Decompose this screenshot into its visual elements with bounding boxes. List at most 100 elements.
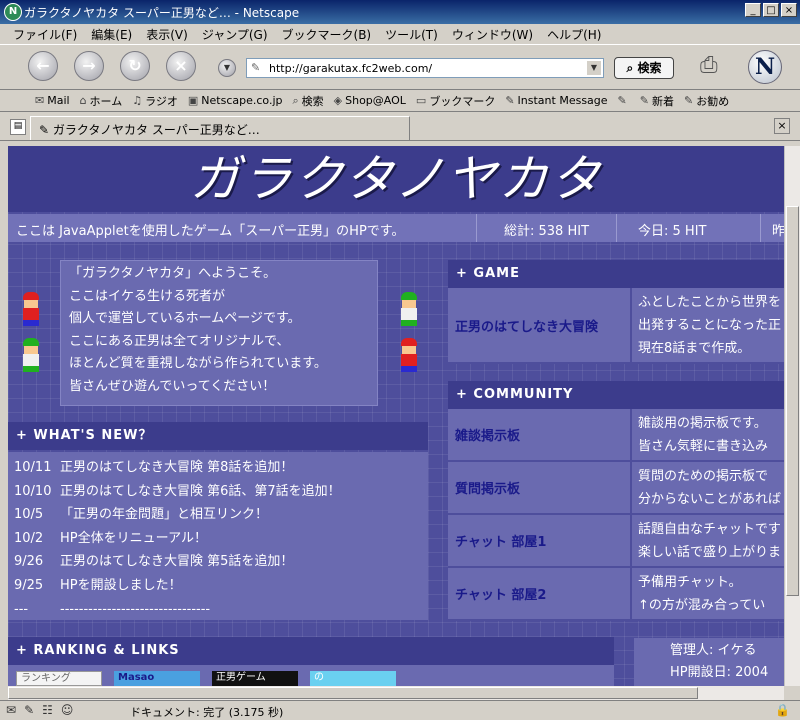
minimize-button[interactable]: _ bbox=[745, 3, 761, 17]
hp-open-date: HP開設日: 2004 bbox=[670, 665, 769, 680]
bookmark-label: Mail bbox=[47, 94, 70, 107]
bookmark-search[interactable]: ⌕ 検索 bbox=[287, 93, 328, 109]
ranking-banner[interactable]: ランキング bbox=[16, 671, 102, 686]
news-item: 10/11 正男のはてしなき大冒険 第8話を追加！ bbox=[8, 456, 428, 480]
description-line: ふとしたことから世界を bbox=[638, 295, 782, 310]
news-text: 正男のはてしなき大冒険 第6話、第7話を追加！ bbox=[60, 483, 341, 499]
nenkin-banner[interactable]: の bbox=[310, 671, 396, 686]
news-item: 9/26 正男のはてしなき大冒険 第5話を追加！ bbox=[8, 550, 428, 574]
menu-file[interactable]: ファイル(F) bbox=[6, 26, 84, 43]
back-button[interactable]: ← bbox=[28, 51, 58, 81]
news-text: 正男のはてしなき大冒険 第5話を追加！ bbox=[60, 554, 294, 570]
table-row: 正男のはてしなき大冒険 ふとしたことから世界を 出発することになった正 現在8話… bbox=[448, 288, 784, 364]
bookmark-shop-aol[interactable]: ◈ Shop@AOL bbox=[329, 94, 411, 107]
menu-edit[interactable]: 編集(E) bbox=[84, 26, 139, 43]
netscape-bookmark-icon: ▣ bbox=[187, 94, 199, 107]
sidebar-toggle-button[interactable]: ▤ bbox=[10, 119, 26, 135]
bookmark-recommend[interactable]: ✎ お勧め bbox=[679, 93, 734, 109]
site-title: ガラクタノヤカタ bbox=[189, 150, 603, 208]
bookmark-label: Shop@AOL bbox=[345, 94, 406, 107]
community-description: 質問のための掲示板で 分からないことがあれば bbox=[638, 462, 784, 511]
masao-game-banner[interactable]: 正男ゲーム bbox=[212, 671, 298, 686]
menu-help[interactable]: ヘルプ(H) bbox=[540, 26, 608, 43]
welcome-line: ここにある正男は全てオリジナルで、 bbox=[69, 333, 290, 349]
news-text: HP全体をリニューアル！ bbox=[60, 530, 207, 546]
description-line: 現在8話まで作成。 bbox=[638, 341, 751, 356]
description-line: 質問のための掲示板で bbox=[638, 469, 769, 484]
menu-go[interactable]: ジャンプ(G) bbox=[195, 26, 275, 43]
menu-window[interactable]: ウィンドウ(W) bbox=[445, 26, 540, 43]
tab-bar: ▤ ✎ ガラクタノヤカタ スーパー正男など… × bbox=[0, 113, 800, 141]
bookmark-netscape[interactable]: ▣ Netscape.co.jp bbox=[183, 94, 288, 107]
description-line: 話題自由なチャットです bbox=[638, 522, 781, 537]
tab-label: ガラクタノヤカタ スーパー正男など… bbox=[52, 123, 260, 137]
forward-button[interactable]: → bbox=[74, 51, 104, 81]
url-dropdown-icon[interactable]: ▼ bbox=[587, 61, 601, 75]
close-button[interactable]: × bbox=[781, 3, 797, 17]
url-bar[interactable]: ✎ ▼ bbox=[246, 58, 604, 78]
security-lock-icon[interactable]: 🔒 bbox=[775, 703, 790, 717]
status-bar: ✉ ✎ ☷ ☺ ドキュメント: 完了 (3.175 秒) 🔒 bbox=[0, 700, 800, 720]
site-description: ここは JavaAppletを使用したゲーム「スーパー正男」のHPです。 bbox=[16, 224, 405, 239]
bookmark-label: ホーム bbox=[89, 94, 123, 108]
site-banner: ガラクタノヤカタ bbox=[8, 146, 784, 212]
news-date: 10/5 bbox=[14, 507, 44, 523]
search-button[interactable]: ⌕ 検索 bbox=[614, 57, 674, 79]
menu-view[interactable]: 表示(V) bbox=[139, 26, 195, 43]
mail-icon[interactable]: ✉ bbox=[6, 703, 16, 717]
bookmark-label: ブックマーク bbox=[429, 94, 496, 108]
maximize-button[interactable]: □ bbox=[763, 3, 779, 17]
question-board-link[interactable]: 質問掲示板 bbox=[448, 462, 632, 513]
tab-active[interactable]: ✎ ガラクタノヤカタ スーパー正男など… bbox=[30, 116, 410, 140]
chat-room-1-link[interactable]: チャット 部屋1 bbox=[448, 515, 632, 566]
composer-icon[interactable]: ✎ bbox=[24, 703, 34, 717]
chat-board-link[interactable]: 雑談掲示板 bbox=[448, 409, 632, 460]
reload-button[interactable]: ↻ bbox=[120, 51, 150, 81]
chat-room-2-link[interactable]: チャット 部屋2 bbox=[448, 568, 632, 619]
stop-button[interactable]: × bbox=[166, 51, 196, 81]
masao-banner[interactable]: Masao bbox=[114, 671, 200, 686]
bookmark-home[interactable]: ⌂ ホーム bbox=[75, 93, 128, 109]
news-item: 10/2 HP全体をリニューアル！ bbox=[8, 527, 428, 551]
total-hit-counter: 総計: 538 HIT bbox=[504, 224, 590, 239]
divider bbox=[616, 214, 617, 242]
history-dropdown-button[interactable]: ▼ bbox=[218, 59, 236, 77]
bookmark-unnamed[interactable]: ✎ bbox=[613, 94, 635, 107]
bookmark-mail[interactable]: ✉ Mail bbox=[30, 94, 75, 107]
horizontal-scroll-thumb[interactable] bbox=[8, 687, 698, 699]
welcome-line: ここはイケる生ける死者が bbox=[69, 288, 226, 304]
vertical-scroll-thumb[interactable] bbox=[786, 206, 799, 596]
description-line: 楽しい話で盛り上がりま bbox=[638, 545, 782, 560]
netscape-logo-icon: N bbox=[748, 50, 782, 84]
menu-tools[interactable]: ツール(T) bbox=[378, 26, 445, 43]
bookmark-label: 新着 bbox=[651, 94, 674, 108]
home-icon: ⌂ bbox=[79, 94, 87, 107]
table-row: 質問掲示板 質問のための掲示板で 分からないことがあれば bbox=[448, 462, 784, 515]
netscape-app-icon: N bbox=[4, 3, 22, 21]
page-icon: ✎ bbox=[251, 61, 261, 74]
reload-icon: ↻ bbox=[128, 56, 142, 75]
game-link-masao-adventure[interactable]: 正男のはてしなき大冒険 bbox=[448, 288, 632, 362]
menu-bookmarks[interactable]: ブックマーク(B) bbox=[275, 26, 379, 43]
site-info-bar: ここは JavaAppletを使用したゲーム「スーパー正男」のHPです。 総計:… bbox=[8, 214, 784, 242]
news-item: 10/5 「正男の年金問題」と相互リンク！ bbox=[8, 503, 428, 527]
im-icon[interactable]: ☺ bbox=[61, 703, 74, 717]
bookmark-new[interactable]: ✎ 新着 bbox=[635, 93, 679, 109]
yesterday-hit-counter: 昨 bbox=[772, 224, 784, 239]
url-input[interactable] bbox=[269, 60, 579, 76]
bookmark-radio[interactable]: ♫ ラジオ bbox=[127, 93, 183, 109]
vertical-scrollbar[interactable] bbox=[784, 146, 800, 686]
address-book-icon[interactable]: ☷ bbox=[42, 703, 53, 717]
description-line: 雑談用の掲示板です。 bbox=[638, 416, 767, 431]
bookmark-folder[interactable]: ▭ ブックマーク bbox=[411, 93, 500, 109]
news-date: 9/25 bbox=[14, 577, 44, 593]
community-heading: + COMMUNITY bbox=[448, 381, 784, 409]
bookmark-icon: ✎ bbox=[683, 94, 694, 107]
bookmark-instant-message[interactable]: ✎ Instant Message bbox=[500, 94, 612, 107]
print-icon[interactable]: ⎙ bbox=[700, 53, 718, 78]
news-text: 「正男の年金問題」と相互リンク！ bbox=[60, 507, 269, 523]
welcome-line: ほとんど質を重視しながら作られています。 bbox=[69, 356, 327, 372]
tab-page-icon: ✎ bbox=[39, 123, 53, 137]
close-tab-button[interactable]: × bbox=[774, 118, 790, 134]
horizontal-scrollbar[interactable] bbox=[8, 686, 784, 700]
